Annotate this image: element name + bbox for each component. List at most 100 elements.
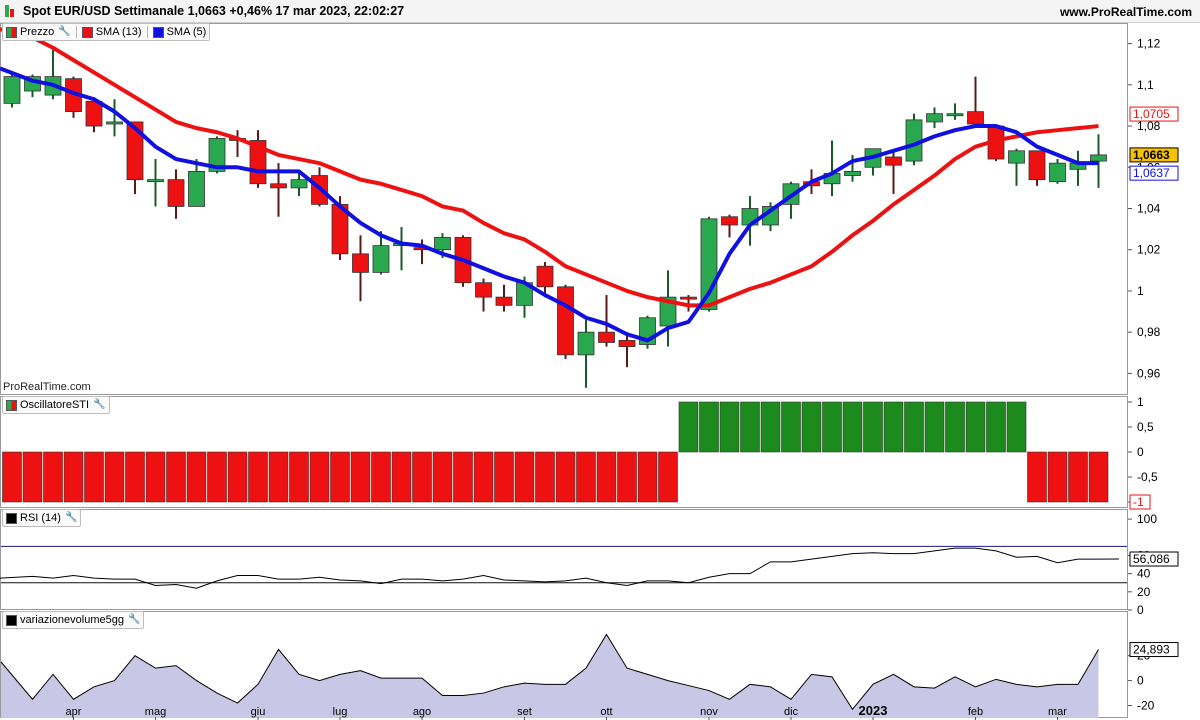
month-label: apr xyxy=(66,706,82,718)
watermark: ProRealTime.com xyxy=(3,381,91,393)
candle-body xyxy=(372,245,390,273)
legend-prezzo-label: Prezzo xyxy=(20,26,55,38)
osc-bar xyxy=(617,451,637,503)
candle-body xyxy=(844,170,861,176)
legend-prezzo[interactable]: Prezzo 🔧 xyxy=(6,24,71,40)
osc-ytick-label: -0,5 xyxy=(1137,470,1158,484)
candle-body xyxy=(577,331,595,356)
candlestick-app-icon xyxy=(5,4,17,18)
osc-bar xyxy=(1006,401,1027,453)
month-label: giu xyxy=(251,706,266,718)
osc-bar xyxy=(22,451,43,503)
osc-bar xyxy=(822,401,842,453)
osc-legend-label: OscillatoreSTI xyxy=(20,399,90,411)
osc-bar xyxy=(43,451,63,503)
candle-body xyxy=(270,183,287,189)
site-link[interactable]: www.ProRealTime.com xyxy=(1060,5,1192,19)
candle-body xyxy=(618,340,636,347)
candle-body xyxy=(557,286,574,356)
legend-sma13-label: SMA (13) xyxy=(95,26,142,38)
vol-last-tag: 24,893 xyxy=(1133,643,1170,657)
price-ytick-label: 1 xyxy=(1137,284,1144,298)
chart-canvas[interactable]: 1,121,11,081,061,041,0210,980,961,07051,… xyxy=(0,23,1200,720)
sma13-tag: 1,0705 xyxy=(1133,107,1170,121)
candle-body xyxy=(1049,162,1066,183)
rsi-ytick-label: 0 xyxy=(1137,603,1144,617)
rsi-legend[interactable]: RSI (14) 🔧 xyxy=(2,509,82,527)
candle-body xyxy=(680,296,697,300)
osc-bar xyxy=(473,451,494,503)
candle-body xyxy=(188,170,205,207)
osc-bar xyxy=(453,451,473,503)
candle-body xyxy=(290,179,308,189)
blue-swatch-icon xyxy=(152,26,164,38)
osc-bar xyxy=(801,401,822,453)
osc-bar xyxy=(576,451,596,503)
vol-legend[interactable]: variazionevolume5gg 🔧 xyxy=(2,611,145,629)
osc-bar xyxy=(596,451,617,503)
month-label: 2023 xyxy=(859,703,888,718)
osc-bar xyxy=(535,451,555,503)
rsi-legend-label: RSI (14) xyxy=(20,512,61,524)
candle-body xyxy=(495,296,513,306)
histogram-icon xyxy=(6,399,17,411)
candle-body xyxy=(147,179,164,183)
rsi-ytick-label: 100 xyxy=(1137,512,1157,526)
legend-sma13[interactable]: SMA (13) xyxy=(81,24,142,40)
month-label: ago xyxy=(413,706,431,718)
price-ytick-label: 0,96 xyxy=(1137,366,1161,380)
candle-body xyxy=(167,179,185,207)
candle-body xyxy=(536,265,554,288)
candle-body xyxy=(434,236,451,251)
osc-bar xyxy=(63,451,84,503)
osc-bar xyxy=(863,401,883,453)
candle-body xyxy=(352,253,369,273)
month-label: mag xyxy=(145,706,166,718)
candle-body xyxy=(106,121,123,125)
candle-body xyxy=(1028,150,1046,181)
legend-sma5[interactable]: SMA (5) xyxy=(152,24,206,40)
osc-legend[interactable]: OscillatoreSTI 🔧 xyxy=(2,396,110,414)
wrench-icon[interactable]: 🔧 xyxy=(93,397,105,413)
osc-bar xyxy=(391,451,412,503)
month-label: dic xyxy=(784,706,799,718)
osc-bar xyxy=(678,401,699,453)
osc-bar xyxy=(248,451,268,503)
wrench-icon[interactable]: 🔧 xyxy=(65,510,77,526)
candle-body xyxy=(1008,150,1025,164)
month-label: nov xyxy=(700,706,718,718)
price-ytick-label: 1,1 xyxy=(1137,78,1154,92)
osc-ytick-label: 0 xyxy=(1137,445,1144,459)
red-swatch-icon xyxy=(81,26,93,38)
osc-bar xyxy=(1088,451,1109,503)
month-label: ott xyxy=(600,706,612,718)
osc-bar xyxy=(924,401,945,453)
osc-bar xyxy=(740,401,760,453)
candle-body xyxy=(598,331,615,343)
osc-bar xyxy=(842,401,863,453)
osc-bar xyxy=(84,451,104,503)
last-price-tag: 1,0663 xyxy=(1133,148,1170,162)
osc-bar xyxy=(719,401,740,453)
osc-bar xyxy=(1027,451,1047,503)
black-swatch-icon xyxy=(6,614,17,626)
candle-body xyxy=(85,100,103,127)
candle-body xyxy=(946,113,964,117)
rsi-last-tag: 56,086 xyxy=(1133,552,1170,566)
month-label: feb xyxy=(968,706,983,718)
osc-bar xyxy=(514,451,535,503)
osc-bar xyxy=(1047,451,1068,503)
rsi-ytick-label: 40 xyxy=(1137,567,1151,581)
osc-bar xyxy=(350,451,371,503)
wrench-icon[interactable]: 🔧 xyxy=(128,612,140,628)
osc-bar xyxy=(207,451,227,503)
osc-bar xyxy=(145,451,166,503)
price-ytick-label: 0,98 xyxy=(1137,325,1161,339)
osc-bar xyxy=(227,451,248,503)
osc-bar xyxy=(289,451,309,503)
vol-ytick-label: -20 xyxy=(1137,699,1155,713)
candle-body xyxy=(967,111,984,125)
wrench-icon[interactable]: 🔧 xyxy=(58,24,70,40)
osc-last-tag: -1 xyxy=(1133,495,1144,509)
osc-ytick-label: 0,5 xyxy=(1137,420,1154,434)
